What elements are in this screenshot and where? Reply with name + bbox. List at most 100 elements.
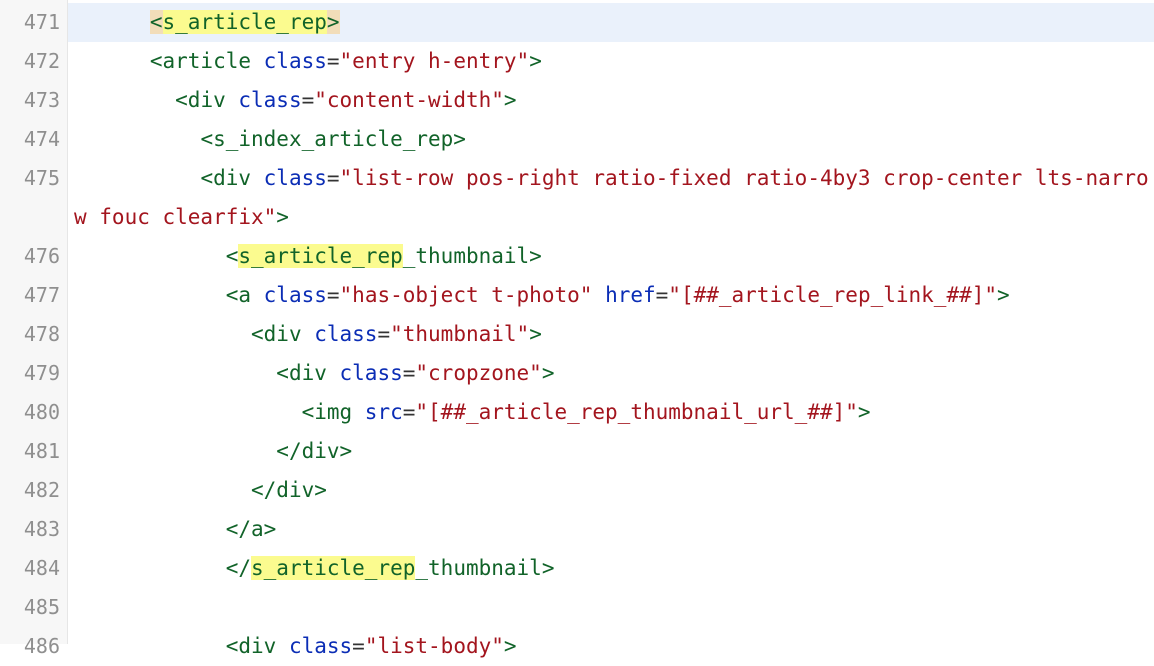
- code-token: <img: [301, 400, 365, 424]
- code-line[interactable]: 480 <img src="[##_article_rep_thumbnail_…: [0, 393, 1154, 432]
- code-text: </div>: [68, 471, 1154, 510]
- code-token: </a>: [225, 517, 277, 541]
- code-token: >: [857, 400, 871, 424]
- code-token: >: [503, 88, 517, 112]
- code-text: <div class="list-row pos-right ratio-fix…: [68, 159, 1154, 237]
- code-token: <s_index_article_rep>: [200, 127, 466, 151]
- code-line[interactable]: 478 <div class="thumbnail">: [0, 315, 1154, 354]
- code-token: =: [326, 283, 340, 307]
- code-token: s_article_rep: [251, 556, 416, 580]
- code-token: >: [997, 283, 1010, 307]
- code-token: <div: [276, 361, 340, 385]
- code-token: class: [263, 166, 327, 190]
- code-text: </s_article_rep_thumbnail>: [68, 549, 1154, 588]
- code-editor[interactable]: 471 <s_article_rep> 472 <article class="e…: [0, 0, 1154, 658]
- code-text: <div class="list-body">: [68, 627, 1154, 666]
- code-token: <div: [251, 322, 315, 346]
- code-token: "cropzone": [415, 361, 542, 385]
- line-number: 485: [23, 595, 60, 619]
- code-token: "[##_article_rep_link_##]": [668, 283, 998, 307]
- line-number: 478: [23, 322, 60, 346]
- code-token: "[##_article_rep_thumbnail_url_##]": [415, 400, 858, 424]
- code-text: <article class="entry h-entry">: [68, 42, 1154, 81]
- code-token: "entry h-entry": [339, 49, 530, 73]
- code-token: </: [225, 556, 252, 580]
- code-token: class: [263, 283, 327, 307]
- code-line[interactable]: 474 <s_index_article_rep>: [0, 120, 1154, 159]
- code-token: s_article_rep: [162, 10, 327, 34]
- code-token: =: [402, 400, 416, 424]
- code-text: <div class="content-width">: [68, 81, 1154, 120]
- code-token: >: [326, 10, 340, 34]
- code-line[interactable]: 484 </s_article_rep_thumbnail>: [0, 549, 1154, 588]
- line-number: 475: [23, 166, 60, 190]
- code-token: class: [238, 88, 302, 112]
- code-token: =: [402, 361, 416, 385]
- line-number: 476: [23, 244, 60, 268]
- code-token: src: [364, 400, 403, 424]
- code-token: "content-width": [314, 88, 504, 112]
- code-token: "has-object t-photo": [339, 283, 593, 307]
- line-number: 472: [23, 49, 60, 73]
- code-token: >: [276, 205, 289, 229]
- code-text: <a class="has-object t-photo" href="[##_…: [68, 276, 1154, 315]
- code-token: =: [301, 88, 315, 112]
- code-token: class: [314, 322, 378, 346]
- code-line[interactable]: 476 <s_article_rep_thumbnail>: [0, 237, 1154, 276]
- code-token: class: [263, 49, 327, 73]
- code-token: </div>: [276, 439, 353, 463]
- code-token: <div: [200, 166, 264, 190]
- code-line[interactable]: 481 </div>: [0, 432, 1154, 471]
- line-number: 483: [23, 517, 60, 541]
- line-number: 484: [23, 556, 60, 580]
- code-token: =: [655, 283, 669, 307]
- line-number: 473: [23, 88, 60, 112]
- code-line[interactable]: 477 <a class="has-object t-photo" href="…: [0, 276, 1154, 315]
- code-line[interactable]: 486 <div class="list-body">: [0, 627, 1154, 666]
- code-token: _thumbnail>: [415, 556, 555, 580]
- code-line[interactable]: 482 </div>: [0, 471, 1154, 510]
- code-token: class: [339, 361, 403, 385]
- code-token: "thumbnail": [390, 322, 530, 346]
- code-token: <div: [175, 88, 239, 112]
- code-line[interactable]: 485: [0, 588, 1154, 627]
- code-token: <article: [149, 49, 264, 73]
- code-line[interactable]: 472 <article class="entry h-entry">: [0, 42, 1154, 81]
- code-token: =: [326, 49, 340, 73]
- code-token: >: [503, 634, 517, 658]
- code-token: =: [377, 322, 391, 346]
- code-line[interactable]: 473 <div class="content-width">: [0, 81, 1154, 120]
- code-line[interactable]: 471 <s_article_rep>: [0, 3, 1154, 42]
- code-text: <div class="thumbnail">: [68, 315, 1154, 354]
- code-line[interactable]: 475 <div class="list-row pos-right ratio…: [0, 159, 1154, 237]
- code-text: </div>: [68, 432, 1154, 471]
- code-text: </a>: [68, 510, 1154, 549]
- code-token: <a: [225, 283, 264, 307]
- code-token: "list-body": [364, 634, 504, 658]
- code-token: <: [225, 244, 239, 268]
- code-token: =: [352, 634, 365, 658]
- code-token: s_article_rep: [238, 244, 403, 268]
- line-number: 477: [23, 283, 60, 307]
- code-line[interactable]: 483 </a>: [0, 510, 1154, 549]
- code-token: >: [541, 361, 555, 385]
- code-text: <s_index_article_rep>: [68, 120, 1154, 159]
- code-token: href: [605, 283, 656, 307]
- code-token: <div: [225, 634, 289, 658]
- code-token: >: [529, 322, 542, 346]
- line-number: 481: [23, 439, 60, 463]
- code-line[interactable]: 479 <div class="cropzone">: [0, 354, 1154, 393]
- line-number: 474: [23, 127, 60, 151]
- code-text: <img src="[##_article_rep_thumbnail_url_…: [68, 393, 1154, 432]
- line-number: 479: [23, 361, 60, 385]
